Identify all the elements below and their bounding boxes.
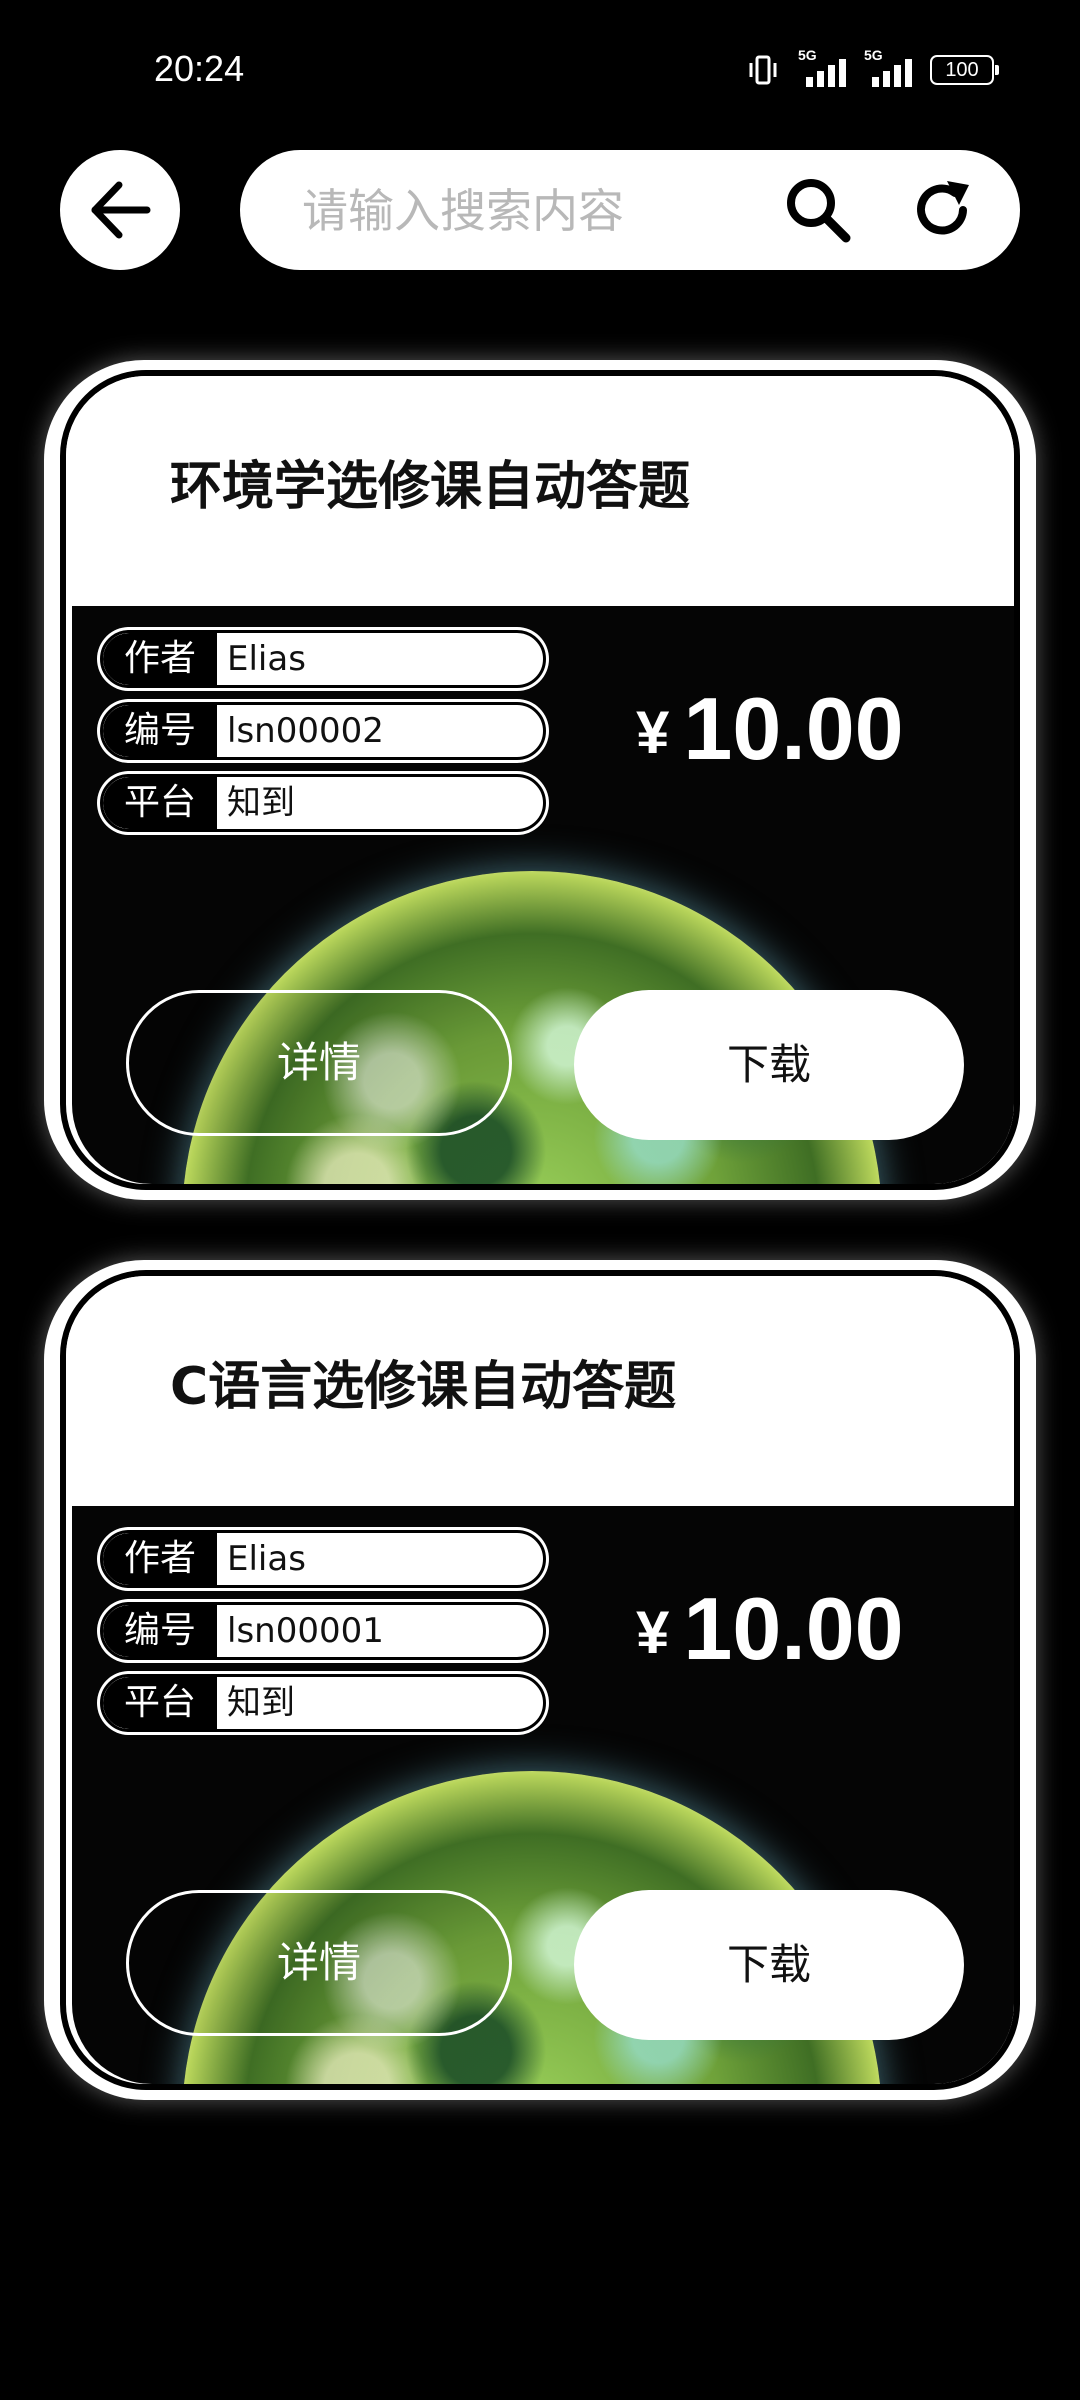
search-icon [787,179,851,243]
card-title: 环境学选修课自动答题 [170,457,691,517]
author-value: Elias [227,1539,306,1579]
price-amount: 10.00 [683,679,904,778]
platform-value: 知到 [227,1683,295,1723]
script-card-1: 环境学选修课自动答题 作者 Elias 编号 lsn00002 平台 知到 ¥1… [60,370,1020,1190]
vibrate-icon [749,55,777,85]
card-header: 环境学选修课自动答题 [66,376,1014,606]
status-icons: 5G 5G 100 [746,47,999,90]
refresh-button[interactable] [904,172,980,248]
signal-2-icon: 5G [864,47,912,87]
refresh-icon [917,181,969,235]
card-header: C语言选修课自动答题 [66,1276,1014,1506]
search-bar [240,150,1020,272]
search-button[interactable] [780,172,856,248]
platform-row: 平台 知到 [100,774,546,832]
card-title: C语言选修课自动答题 [170,1357,677,1417]
platform-value: 知到 [227,783,295,823]
detail-button[interactable]: 详情 [126,1890,512,2036]
author-row: 作者 Elias [100,630,546,688]
id-row: 编号 lsn00002 [100,702,546,760]
back-button[interactable] [60,150,180,270]
status-time: 20:24 [154,48,245,89]
id-value: lsn00001 [227,1611,384,1651]
author-value: Elias [227,639,306,679]
id-label: 编号 [103,705,217,757]
detail-button[interactable]: 详情 [126,990,512,1136]
network-tag-2: 5G [864,47,883,63]
card-body: 作者 Elias 编号 lsn00001 平台 知到 ¥10.00 详情 下载 [72,1506,1014,2084]
signal-1-icon: 5G [798,47,846,87]
script-card-2: C语言选修课自动答题 作者 Elias 编号 lsn00001 平台 知到 ¥1… [60,1270,1020,2090]
price: ¥10.00 [636,678,904,780]
card-body: 作者 Elias 编号 lsn00002 平台 知到 ¥10.00 详情 下载 [72,606,1014,1184]
status-bar: 20:24 5G 5G 100 [0,0,1080,140]
currency-symbol: ¥ [636,1599,670,1666]
currency-symbol: ¥ [636,699,670,766]
download-button[interactable]: 下载 [574,1890,964,2040]
arrow-left-icon [91,181,151,239]
network-tag-1: 5G [798,47,817,63]
platform-row: 平台 知到 [100,1674,546,1732]
author-label: 作者 [103,633,217,685]
id-value: lsn00002 [227,711,384,751]
search-input[interactable] [300,150,764,272]
id-row: 编号 lsn00001 [100,1602,546,1660]
platform-label: 平台 [103,1677,217,1729]
id-label: 编号 [103,1605,217,1657]
battery-icon: 100 [930,55,999,85]
platform-label: 平台 [103,777,217,829]
download-button[interactable]: 下载 [574,990,964,1140]
price-amount: 10.00 [683,1579,904,1678]
author-label: 作者 [103,1533,217,1585]
price: ¥10.00 [636,1578,904,1680]
author-row: 作者 Elias [100,1530,546,1588]
